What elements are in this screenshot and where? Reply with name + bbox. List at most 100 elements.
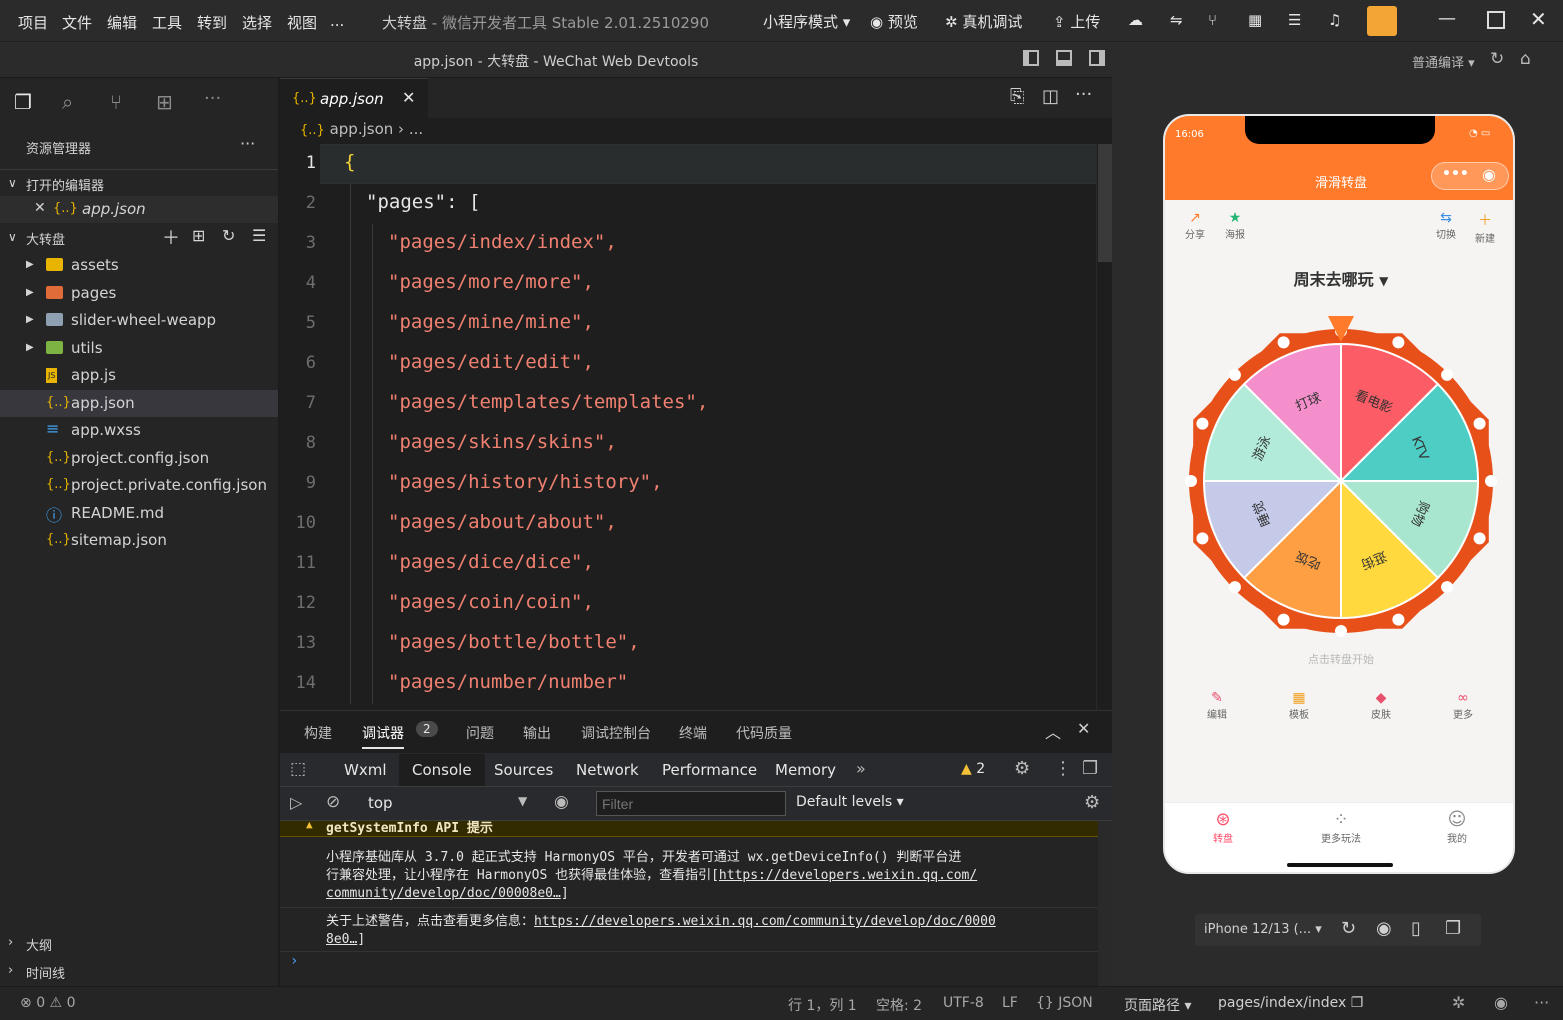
menu-icon[interactable]: ☰ [1288,11,1301,29]
minimize-icon[interactable]: — [1438,8,1456,29]
editor-scrollbar[interactable] [1096,144,1112,710]
filter-input[interactable] [596,791,786,816]
settings-icon[interactable]: ⚙ [1014,758,1030,779]
mode-dropdown[interactable]: 小程序模式 ▾ [763,11,850,32]
problems-counter[interactable]: ⊗ 0 ⚠ 0 [20,995,75,1011]
devtools-tab-wxml[interactable]: Wxml [344,761,387,779]
panel-tab-5[interactable]: 终端 [679,723,707,743]
tree-item-sitemap-json[interactable]: {..} sitemap.json [0,527,278,554]
more-icon[interactable]: ··· [204,88,221,109]
code-line[interactable]: "pages/index/index", [388,231,617,253]
tab-mine[interactable]: ☺ 我的 [1437,809,1477,845]
swap-icon[interactable]: ⇋ [1170,11,1183,29]
code-line[interactable]: "pages/more/more", [388,271,594,293]
files-icon[interactable]: ❐ [14,90,32,114]
console-warning-row[interactable]: ▲ getSystemInfo API 提示 [280,818,1098,837]
code-line[interactable]: "pages/skins/skins", [388,431,617,453]
poster-action[interactable]: ★ 海报 [1215,210,1255,241]
cloud-icon[interactable]: ☁ [1128,11,1143,29]
extensions-icon[interactable]: ⊞ [156,90,173,114]
line-ending[interactable]: LF [1002,995,1018,1011]
bell-icon[interactable]: ♫ [1328,11,1341,29]
menu-goto[interactable]: 转到 [197,12,227,33]
code-line[interactable]: "pages/history/history", [388,471,663,493]
eye-icon[interactable]: ◉ [1494,993,1508,1012]
context-dropdown-icon[interactable]: ▼ [518,794,527,808]
indentation[interactable]: 空格: 2 [876,995,922,1015]
close-icon[interactable]: ✕ [34,200,46,216]
warnings-counter[interactable]: ▲ 2 [961,761,985,777]
console-prompt[interactable]: › [290,953,298,969]
code-line[interactable]: "pages": [ [366,191,480,213]
close-tab-icon[interactable]: ✕ [402,88,415,107]
context-select[interactable]: top [368,794,393,812]
panel-tab-0[interactable]: 构建 [304,723,332,743]
panel-tab-4[interactable]: 调试控制台 [581,723,651,743]
wheel-title[interactable]: 周末去哪玩 ▼ [1165,266,1513,290]
page-path-dropdown[interactable]: 页面路径 ▾ [1124,995,1191,1015]
code-line[interactable]: "pages/bottle/bottle", [388,631,640,653]
open-editors-section[interactable]: ∨ 打开的编辑器 [0,169,278,196]
close-panel-icon[interactable]: ✕ [1077,719,1090,738]
code-line[interactable]: "pages/coin/coin", [388,591,594,613]
branch-icon[interactable]: ⑂ [1208,11,1217,29]
split-editor-icon[interactable]: ◫ [1042,86,1059,107]
device-select[interactable]: iPhone 12/13 (... ▾ [1204,922,1322,937]
panel-tab-6[interactable]: 代码质量 [736,723,792,743]
avatar[interactable] [1367,6,1397,36]
search-icon[interactable]: ⌕ [62,90,73,114]
tree-item-pages[interactable]: ▶ pages [0,280,278,307]
page-path[interactable]: pages/index/index ❐ [1218,995,1363,1011]
clear-console-icon[interactable]: ⊘ [326,792,340,812]
record-icon[interactable]: ◉ [1376,918,1392,939]
eye-icon[interactable]: ◉ [554,792,569,812]
open-editor-item[interactable]: ✕ {..} app.json [0,196,278,223]
levels-dropdown[interactable]: Default levels ▾ [796,794,904,810]
more-tabs-icon[interactable]: » [856,759,866,778]
doc-link[interactable]: https://developers.weixin.qq.com/communi… [534,914,996,929]
code-line[interactable]: "pages/templates/templates", [388,391,708,413]
inspect-icon[interactable]: ⬚ [290,759,306,779]
tree-item-utils[interactable]: ▶ utils [0,335,278,362]
undock-icon[interactable]: ❐ [1082,758,1098,779]
doc-link[interactable]: community/develop/doc/00008e0… [326,886,561,901]
panel-tab-1[interactable]: 调试器 [362,723,404,749]
devtools-tab-memory[interactable]: Memory [775,761,836,779]
devtools-tab-sources[interactable]: Sources [494,761,553,779]
menu-tools[interactable]: 工具 [152,12,182,33]
tree-item-app-wxss[interactable]: ≡ app.wxss [0,417,278,444]
refresh-icon[interactable]: ↻ [1490,49,1504,69]
clear-cache-icon[interactable]: ⌂ [1520,49,1531,69]
code-line[interactable]: "pages/number/number" [388,671,628,693]
capsule-close-icon[interactable]: ◉ [1482,165,1496,184]
tree-item-slider-wheel-weapp[interactable]: ▶ slider-wheel-weapp [0,307,278,334]
console-settings-icon[interactable]: ⚙ [1084,792,1100,813]
tree-item-assets[interactable]: ▶ assets [0,252,278,279]
capsule-menu-icon[interactable]: ••• [1442,166,1469,182]
tab-wheel[interactable]: ⊛ 转盘 [1203,809,1243,845]
layout-icon[interactable]: ▦ [1248,11,1262,29]
cursor-position[interactable]: 行 1，列 1 [788,995,857,1015]
source-control-icon[interactable]: ⑂ [110,90,122,114]
panel-tab-3[interactable]: 输出 [523,723,551,743]
tree-item-project-private-config-json[interactable]: {..} project.private.config.json [0,472,278,499]
toggle-panel-icon[interactable] [1056,50,1072,66]
new-file-icon[interactable]: ＋ [162,224,180,250]
editor-more-icon[interactable]: ··· [1075,84,1092,105]
menu-project[interactable]: 项目 [18,12,48,33]
preview-button[interactable]: ◉ 预览 [870,11,918,32]
project-section[interactable]: ∨ 大转盘 ＋ ⊞ ↻ ☰ [0,224,278,251]
doc-link[interactable]: https://developers.weixin.qq.com/ [719,868,977,883]
tree-item-app-js[interactable]: JS app.js [0,362,278,389]
maximize-icon[interactable] [1487,11,1505,29]
code-line[interactable]: "pages/mine/mine", [388,311,594,333]
menu-view[interactable]: 视图 [287,12,317,33]
toggle-simulator-icon[interactable] [1089,50,1105,66]
tree-item-project-config-json[interactable]: {..} project.config.json [0,445,278,472]
tree-item-app-json[interactable]: {..} app.json [0,389,278,417]
edit-action[interactable]: ✎ 编辑 [1197,690,1237,721]
spin-wheel[interactable]: 看电影KTV购物逛街吃饭睡觉游泳打球 [1180,316,1502,646]
capsule-button[interactable]: ••• ◉ [1431,162,1509,190]
switch-action[interactable]: ⇆ 切换 [1426,210,1466,241]
phone-icon[interactable]: ▯ [1411,918,1421,939]
